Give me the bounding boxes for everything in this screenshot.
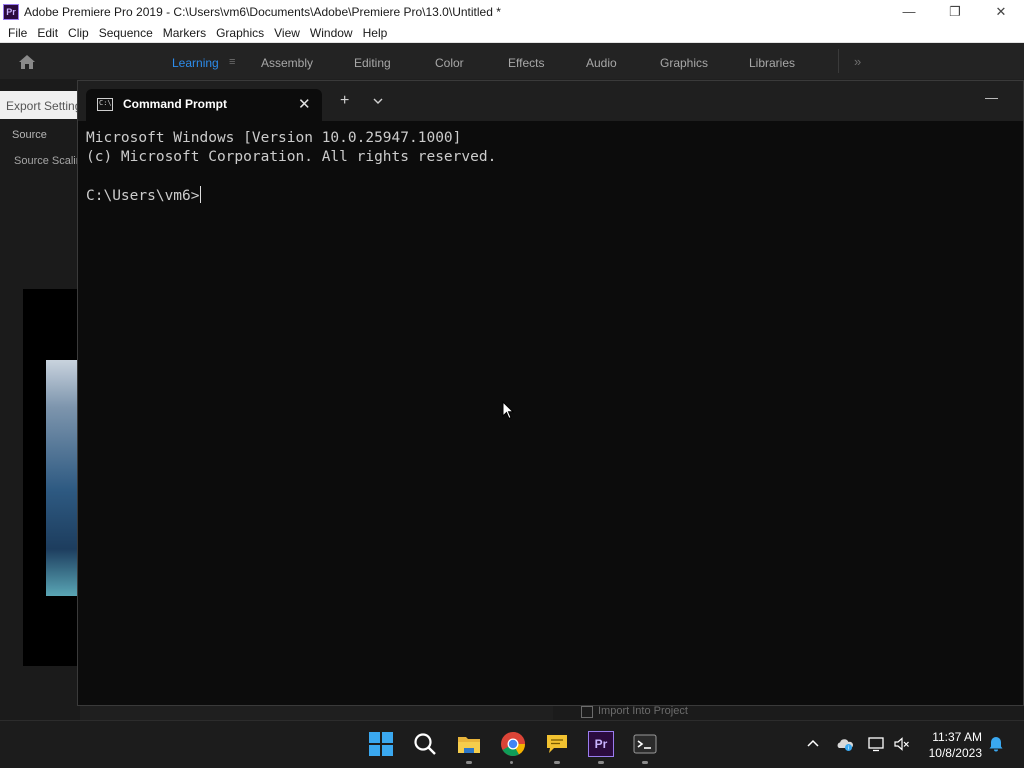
import-into-project-checkbox[interactable]: [581, 706, 593, 718]
workspace-tab-graphics[interactable]: Graphics: [660, 56, 708, 70]
search-icon[interactable]: [412, 731, 438, 757]
terminal-output[interactable]: Microsoft Windows [Version 10.0.25947.10…: [86, 129, 496, 206]
clock-time[interactable]: 11:37 AM: [925, 730, 982, 744]
running-indicator: [510, 761, 513, 764]
premiere-logo-icon: Pr: [3, 3, 19, 20]
workspace-separator: [838, 49, 839, 73]
workspace-tab-effects[interactable]: Effects: [508, 56, 544, 70]
restore-button[interactable]: ❐: [932, 0, 978, 23]
terminal-tab-bar: Command Prompt ✕ + —: [78, 81, 1023, 121]
onedrive-icon[interactable]: i: [836, 735, 854, 753]
chevron-up-icon[interactable]: [804, 735, 822, 753]
terminal-tab-title: Command Prompt: [123, 97, 228, 111]
menu-graphics[interactable]: Graphics: [216, 26, 264, 40]
home-icon[interactable]: [18, 54, 36, 70]
menu-window[interactable]: Window: [310, 26, 353, 40]
import-into-project-label: Import Into Project: [598, 705, 688, 717]
running-indicator: [554, 761, 560, 764]
menu-sequence[interactable]: Sequence: [99, 26, 153, 40]
export-settings-tab[interactable]: Export Settings: [0, 91, 80, 119]
workspace-tab-color[interactable]: Color: [435, 56, 464, 70]
display-icon[interactable]: [867, 735, 885, 753]
chevron-down-icon[interactable]: [371, 94, 385, 108]
workspace-menu-icon[interactable]: ≡: [229, 56, 235, 68]
clock-date[interactable]: 10/8/2023: [921, 746, 982, 760]
workspace-bar: Learning ≡ Assembly Editing Color Effect…: [0, 43, 1024, 79]
notification-bell-icon[interactable]: [987, 735, 1005, 753]
terminal-minimize-button[interactable]: —: [985, 90, 998, 105]
close-tab-icon[interactable]: ✕: [298, 95, 311, 113]
desktop: Pr Adobe Premiere Pro 2019 - C:\Users\vm…: [0, 0, 1024, 768]
terminal-prompt: C:\Users\vm6>: [86, 188, 200, 204]
terminal-line: (c) Microsoft Corporation. All rights re…: [86, 149, 497, 165]
workspace-tab-learning[interactable]: Learning: [172, 56, 219, 70]
file-explorer-icon[interactable]: [456, 731, 482, 757]
terminal-tab[interactable]: Command Prompt ✕: [86, 89, 322, 121]
command-prompt-window[interactable]: Command Prompt ✕ + — Microsoft Windows […: [77, 80, 1024, 706]
terminal-icon[interactable]: [632, 731, 658, 757]
windows-start-icon[interactable]: [368, 731, 394, 757]
mouse-pointer-icon: [502, 401, 514, 420]
menu-view[interactable]: View: [274, 26, 300, 40]
workspace-tab-libraries[interactable]: Libraries: [749, 56, 795, 70]
menu-markers[interactable]: Markers: [163, 26, 206, 40]
taskbar: Pr i 11:37 AM 10/8/2023: [0, 720, 1024, 768]
window-title: Adobe Premiere Pro 2019 - C:\Users\vm6\D…: [24, 4, 501, 19]
menu-clip[interactable]: Clip: [68, 26, 89, 40]
feedback-hub-icon[interactable]: [544, 731, 570, 757]
running-indicator: [466, 761, 472, 764]
workspace-tab-assembly[interactable]: Assembly: [261, 56, 313, 70]
menu-help[interactable]: Help: [363, 26, 388, 40]
premiere-title-bar[interactable]: Pr Adobe Premiere Pro 2019 - C:\Users\vm…: [0, 0, 1024, 23]
minimize-button[interactable]: —: [886, 0, 932, 23]
menu-edit[interactable]: Edit: [37, 26, 58, 40]
menu-file[interactable]: File: [8, 26, 27, 40]
more-workspaces-icon[interactable]: »: [854, 54, 861, 69]
workspace-tab-editing[interactable]: Editing: [354, 56, 391, 70]
running-indicator: [598, 761, 604, 764]
window-controls: — ❐ ✕: [886, 0, 1024, 23]
source-tab[interactable]: Source: [12, 129, 47, 141]
volume-muted-icon[interactable]: [893, 735, 911, 753]
terminal-prompt-line: C:\Users\vm6>: [86, 186, 496, 206]
preview-thumbnail: [46, 360, 80, 596]
cmd-icon: [97, 98, 113, 111]
premiere-pro-icon[interactable]: Pr: [588, 731, 614, 757]
terminal-line: Microsoft Windows [Version 10.0.25947.10…: [86, 130, 462, 146]
workspace-tab-audio[interactable]: Audio: [586, 56, 617, 70]
menu-bar: File Edit Clip Sequence Markers Graphics…: [0, 23, 1024, 43]
running-indicator: [642, 761, 648, 764]
close-button[interactable]: ✕: [978, 0, 1024, 23]
chrome-icon[interactable]: [500, 731, 526, 757]
text-cursor: [199, 186, 201, 203]
new-tab-button[interactable]: +: [340, 92, 349, 110]
